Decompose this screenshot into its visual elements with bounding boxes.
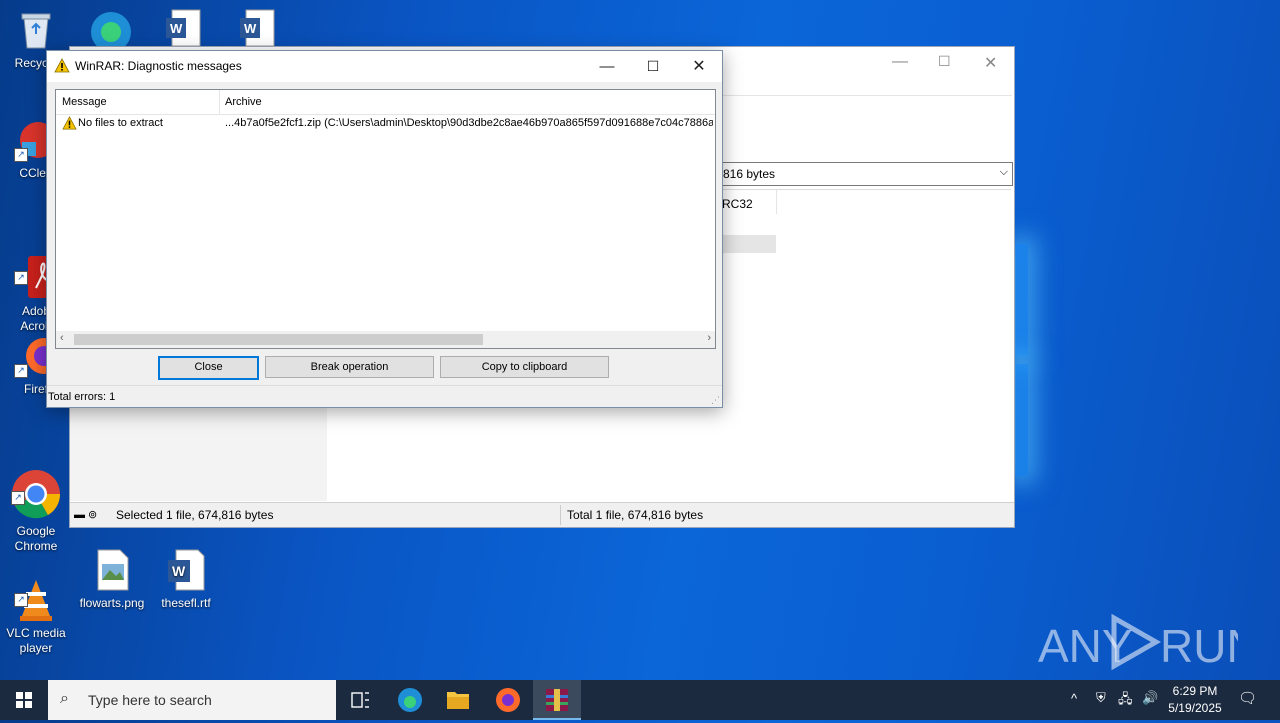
message-list[interactable]: Message Archive No files to extract ...4… xyxy=(55,89,716,349)
table-row[interactable]: No files to extract ...4b7a0f5e2fcf1.zip… xyxy=(56,115,713,133)
close-button[interactable]: Close xyxy=(158,356,259,380)
taskbar-file-explorer[interactable] xyxy=(434,680,482,720)
chevron-left-icon[interactable]: ‹ xyxy=(60,332,64,344)
close-icon[interactable]: ✕ xyxy=(984,53,997,73)
watermark-text-run: RUN xyxy=(1160,620,1238,672)
clock[interactable]: 6:29 PM 5/19/2025 xyxy=(1164,683,1226,717)
taskbar-search-box[interactable]: ⌕ Type here to search xyxy=(48,680,336,720)
start-button[interactable] xyxy=(0,680,48,720)
word-document-icon[interactable]: W xyxy=(164,8,204,47)
minimize-button[interactable]: — xyxy=(584,51,630,82)
status-selected: Selected 1 file, 674,816 bytes xyxy=(116,508,274,522)
taskbar: ⌕ Type here to search ^ ⛨ 🖧 🔊 6:29 PM 5/… xyxy=(0,680,1280,720)
column-header-archive[interactable]: Archive xyxy=(225,96,262,108)
column-divider xyxy=(776,190,777,214)
desktop-icon-label: flowarts.png xyxy=(79,596,145,610)
search-placeholder: Type here to search xyxy=(88,692,212,708)
minimize-icon[interactable]: — xyxy=(892,53,908,71)
row-archive: ...4b7a0f5e2fcf1.zip (C:\Users\admin\Des… xyxy=(225,117,713,129)
selected-row[interactable] xyxy=(720,235,776,253)
dialog-status: Total errors: 1 xyxy=(48,391,116,403)
edge-icon xyxy=(398,688,422,712)
maximize-icon[interactable]: ☐ xyxy=(938,53,951,70)
diagnostic-dialog[interactable]: WinRAR: Diagnostic messages — ☐ ✕ Messag… xyxy=(46,50,723,408)
chevron-up-icon[interactable]: ^ xyxy=(1071,691,1077,706)
clock-date: 5/19/2025 xyxy=(1168,701,1222,715)
status-bar: ▬ ⊚ Selected 1 file, 674,816 bytes Total… xyxy=(70,502,1014,527)
taskbar-edge[interactable] xyxy=(386,680,434,720)
image-file-icon xyxy=(90,548,134,592)
drive-icon: ▬ ⊚ xyxy=(74,509,98,521)
volume-icon[interactable]: 🔊 xyxy=(1142,690,1158,706)
notification-icon[interactable]: 🗨 xyxy=(1238,689,1257,707)
search-icon: ⌕ xyxy=(60,690,69,707)
svg-text:W: W xyxy=(170,21,183,36)
chrome-icon: ↗ xyxy=(11,455,61,519)
desktop-icon-label: VLC media player xyxy=(6,626,66,655)
word-document-icon: W xyxy=(164,548,208,592)
column-header-crc32[interactable]: RC32 xyxy=(722,197,753,211)
dialog-titlebar[interactable]: WinRAR: Diagnostic messages — ☐ ✕ xyxy=(47,51,722,82)
taskbar-winrar[interactable] xyxy=(533,680,581,720)
warning-icon xyxy=(62,116,77,133)
row-message: No files to extract xyxy=(78,117,163,129)
warning-icon xyxy=(54,58,70,76)
watermark: ANY RUN xyxy=(1038,610,1260,672)
desktop-icon-thesefl[interactable]: W thesefl.rtf xyxy=(150,548,222,611)
column-divider[interactable] xyxy=(219,90,220,114)
resize-grip-icon[interactable]: ⋰ xyxy=(711,395,720,406)
copy-to-clipboard-button[interactable]: Copy to clipboard xyxy=(440,356,609,378)
svg-text:W: W xyxy=(244,21,257,36)
chevron-right-icon[interactable]: › xyxy=(707,332,711,344)
close-window-button[interactable]: ✕ xyxy=(676,51,722,82)
wallpaper-pane xyxy=(1016,364,1028,476)
edge-desktop-icon[interactable] xyxy=(86,6,136,52)
dialog-title: WinRAR: Diagnostic messages xyxy=(75,59,242,73)
file-list[interactable]: RC32 xyxy=(720,189,1011,502)
status-divider xyxy=(47,385,722,386)
scrollbar-thumb[interactable] xyxy=(74,334,483,345)
wallpaper-pane xyxy=(1016,244,1028,356)
column-header-message[interactable]: Message xyxy=(62,96,107,108)
taskbar-firefox[interactable] xyxy=(484,680,532,720)
desktop-icon-label: thesefl.rtf xyxy=(161,596,211,610)
chevron-down-icon[interactable]: ⌵ xyxy=(1000,166,1008,179)
winrar-icon xyxy=(546,689,568,711)
status-divider xyxy=(560,505,561,525)
task-view-button[interactable] xyxy=(336,680,384,720)
firefox-icon xyxy=(496,688,520,712)
list-header: Message Archive xyxy=(56,90,715,115)
status-total: Total 1 file, 674,816 bytes xyxy=(567,508,704,522)
security-icon[interactable]: ⛨ xyxy=(1096,690,1106,706)
folder-icon xyxy=(447,692,469,709)
maximize-button[interactable]: ☐ xyxy=(630,51,676,82)
path-combobox[interactable]: 816 bytes ⌵ xyxy=(720,162,1013,186)
desktop-icon-vlc[interactable]: ↗ VLC media player xyxy=(0,548,72,671)
windows-icon xyxy=(16,692,32,708)
clock-time: 6:29 PM xyxy=(1172,684,1218,698)
word-document-icon[interactable]: W xyxy=(238,8,278,47)
network-icon[interactable]: 🖧 xyxy=(1118,690,1133,712)
recycle-bin-icon xyxy=(14,8,58,52)
svg-text:W: W xyxy=(172,563,186,579)
break-operation-button[interactable]: Break operation xyxy=(265,356,434,378)
path-combobox-text: 816 bytes xyxy=(723,167,776,181)
vlc-icon: ↗ xyxy=(14,563,58,621)
horizontal-scrollbar[interactable]: ‹ › xyxy=(56,331,715,348)
desktop-icon-flowarts[interactable]: flowarts.png xyxy=(76,548,148,611)
folder-tree-panel xyxy=(70,407,327,501)
task-view-icon xyxy=(351,692,369,708)
